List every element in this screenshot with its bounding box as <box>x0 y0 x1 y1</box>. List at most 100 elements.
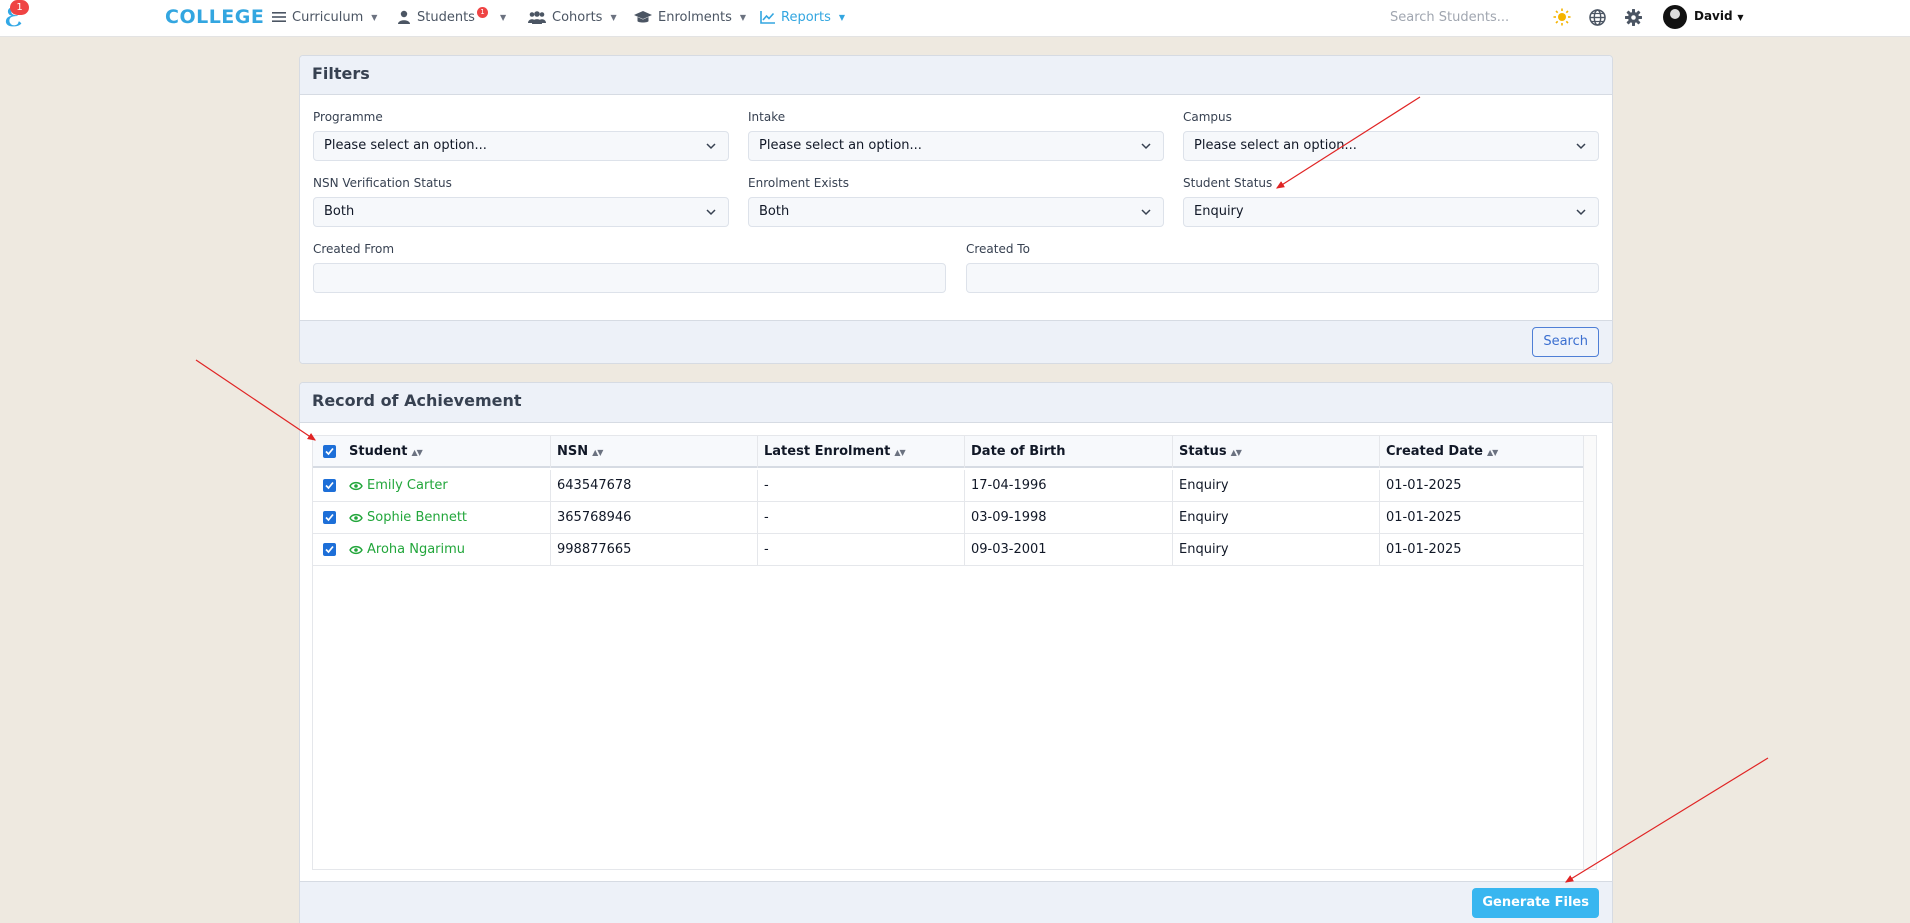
created-from-input[interactable] <box>313 263 946 293</box>
record-table: Student ▲▼ NSN ▲▼ Latest Enrolment ▲▼ Date … <box>312 435 1597 870</box>
nav-enrolments[interactable]: Enrolments ▼ <box>634 8 746 26</box>
row-checkbox[interactable] <box>323 511 336 524</box>
enrolment-exists-select[interactable]: Both <box>748 197 1164 227</box>
enrolment-exists-value: Both <box>759 204 790 219</box>
nav-students[interactable]: Students 1 ▼ <box>397 6 507 26</box>
col-student[interactable]: Student ▲▼ <box>343 436 551 468</box>
nsn-cell: 643547678 <box>551 470 758 502</box>
programme-select[interactable]: Please select an option... <box>313 131 729 161</box>
student-link[interactable]: Aroha Ngarimu <box>349 534 465 565</box>
col-date-of-birth: Date of Birth <box>965 436 1173 468</box>
student-cell: Emily Carter <box>343 470 551 502</box>
student-link[interactable]: Sophie Bennett <box>349 502 467 533</box>
chevron-down-icon <box>1141 209 1151 216</box>
student-link[interactable]: Emily Carter <box>349 470 448 501</box>
gear-icon[interactable] <box>1623 7 1643 27</box>
filters-footer: Search <box>300 320 1612 363</box>
nav-cohorts[interactable]: Cohorts ▼ <box>528 8 617 26</box>
generate-files-button[interactable]: Generate Files <box>1472 888 1599 918</box>
filters-title: Filters <box>300 56 1612 95</box>
select-all-cell <box>313 436 343 468</box>
latest-enrolment-cell: - <box>758 534 965 566</box>
student-status-select[interactable]: Enquiry <box>1183 197 1599 227</box>
col-date-of-birth-label: Date of Birth <box>971 444 1066 459</box>
intake-select[interactable]: Please select an option... <box>748 131 1164 161</box>
student-cell: Sophie Bennett <box>343 502 551 534</box>
top-navbar: ℰ 1 COLLEGE Curriculum ▼ Students 1 ▼ Co… <box>0 0 1910 37</box>
chevron-down-icon <box>1576 209 1586 216</box>
col-created-date[interactable]: Created Date ▲▼ <box>1380 436 1584 468</box>
chevron-down-icon: ▼ <box>739 12 747 22</box>
col-created-date-label: Created Date <box>1386 444 1483 459</box>
globe-icon[interactable] <box>1587 7 1607 27</box>
search-students-input[interactable] <box>1390 6 1550 28</box>
chevron-down-icon <box>1576 143 1586 150</box>
created-date-cell: 01-01-2025 <box>1386 542 1462 557</box>
chevron-down-icon <box>706 209 716 216</box>
col-latest-enrolment-label: Latest Enrolment <box>764 444 891 459</box>
nav-reports[interactable]: Reports ▼ <box>760 8 845 26</box>
table-row: Sophie Bennett 365768946 - 03-09-1998 En… <box>313 502 1584 534</box>
users-icon <box>528 10 546 24</box>
chevron-down-icon: ▼ <box>838 12 846 22</box>
nsn-cell: 998877665 <box>551 534 758 566</box>
sort-icon: ▲▼ <box>1487 448 1498 457</box>
search-button[interactable]: Search <box>1532 327 1599 357</box>
intake-value: Please select an option... <box>759 138 922 153</box>
created-to-input[interactable] <box>966 263 1599 293</box>
record-title: Record of Achievement <box>300 383 1612 423</box>
campus-select[interactable]: Please select an option... <box>1183 131 1599 161</box>
programme-label: Programme <box>313 110 383 124</box>
user-icon <box>398 10 410 24</box>
student-name: Emily Carter <box>367 478 448 493</box>
select-all-checkbox[interactable] <box>323 445 336 458</box>
status-cell: Enquiry <box>1173 470 1380 502</box>
table-scrollbar[interactable] <box>1583 436 1596 869</box>
arrow-to-select-all <box>195 359 316 441</box>
nav-students-label: Students <box>417 9 475 25</box>
table-row: Aroha Ngarimu 998877665 - 09-03-2001 Enq… <box>313 534 1584 566</box>
nav-curriculum[interactable]: Curriculum ▼ <box>272 8 377 26</box>
chart-line-icon <box>760 10 775 24</box>
nsn-status-value: Both <box>324 204 355 219</box>
graduation-cap-icon <box>634 10 652 22</box>
chevron-down-icon: ▼ <box>610 12 617 22</box>
nav-enrolments-label: Enrolments <box>658 9 732 25</box>
col-nsn-label: NSN <box>557 444 589 459</box>
menu-icon <box>272 12 286 22</box>
status-cell: Enquiry <box>1173 502 1380 534</box>
user-name-label: David <box>1694 9 1733 23</box>
avatar[interactable] <box>1663 5 1687 29</box>
dob-cell: 03-09-1998 <box>965 502 1173 534</box>
col-nsn[interactable]: NSN ▲▼ <box>551 436 758 468</box>
row-checkbox[interactable] <box>323 479 336 492</box>
chevron-down-icon: ▼ <box>499 12 507 22</box>
col-latest-enrolment[interactable]: Latest Enrolment ▲▼ <box>758 436 965 468</box>
chevron-down-icon: ▼ <box>1734 13 1744 22</box>
row-select-cell <box>313 502 343 534</box>
chevron-down-icon <box>706 143 716 150</box>
row-checkbox[interactable] <box>323 543 336 556</box>
row-select-cell <box>313 470 343 502</box>
nav-cohorts-label: Cohorts <box>552 9 603 25</box>
brand-name[interactable]: COLLEGE <box>165 6 264 28</box>
user-menu[interactable]: David ▼ <box>1694 9 1744 23</box>
notification-badge: 1 <box>10 0 29 15</box>
eye-icon <box>349 513 363 522</box>
nav-reports-label: Reports <box>781 9 831 25</box>
table-row: Emily Carter 643547678 - 17-04-1996 Enqu… <box>313 470 1584 502</box>
filters-card: Filters Programme Please select an optio… <box>299 55 1613 364</box>
record-footer: Generate Files <box>300 881 1612 923</box>
eye-icon <box>349 481 363 490</box>
sun-icon[interactable] <box>1552 7 1572 27</box>
dob-cell: 17-04-1996 <box>965 470 1173 502</box>
campus-label: Campus <box>1183 110 1232 124</box>
col-status-label: Status <box>1179 444 1227 459</box>
sort-icon: ▲▼ <box>894 448 905 457</box>
col-status[interactable]: Status ▲▼ <box>1173 436 1380 468</box>
student-name: Aroha Ngarimu <box>367 542 466 557</box>
created-date-cell: 01-01-2025 <box>1386 510 1462 525</box>
latest-enrolment-cell: - <box>758 470 965 502</box>
dob-cell: 09-03-2001 <box>965 534 1173 566</box>
nsn-status-select[interactable]: Both <box>313 197 729 227</box>
